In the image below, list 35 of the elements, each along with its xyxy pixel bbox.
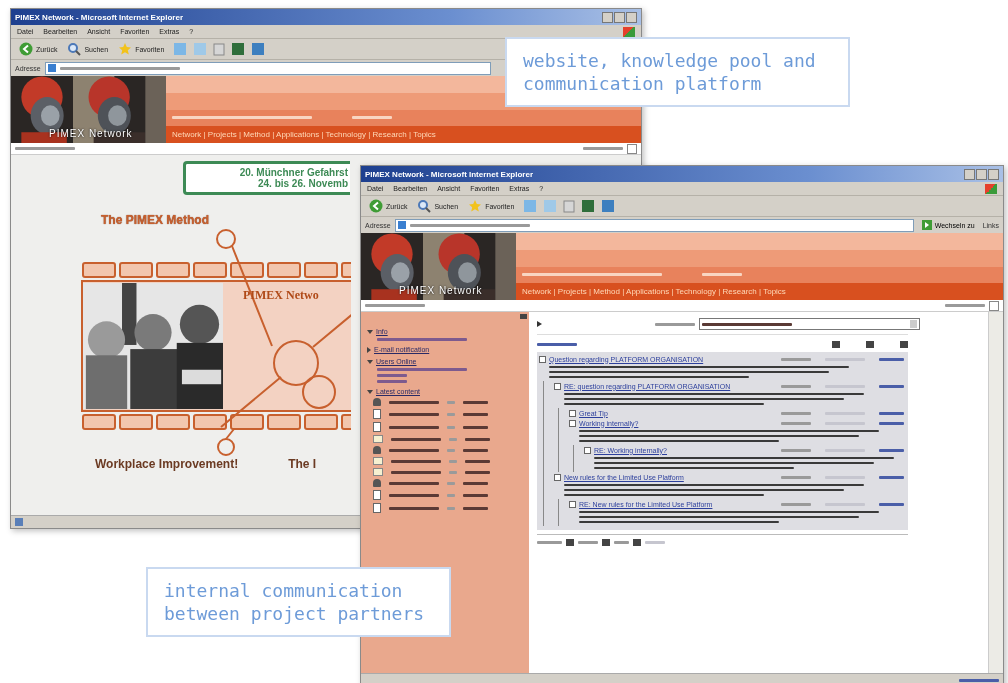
expand-icon[interactable] xyxy=(539,355,546,363)
expand-icon[interactable] xyxy=(554,382,561,390)
diagram-title: The PIMEX Method xyxy=(101,213,209,227)
search-icon xyxy=(417,199,432,213)
site-logo[interactable]: PIMEX Network xyxy=(399,285,483,296)
expand-icon[interactable] xyxy=(554,473,561,481)
expand-icon[interactable] xyxy=(584,446,591,454)
diagram-caption: The I xyxy=(288,457,317,471)
windows-logo-icon xyxy=(623,26,635,37)
back-icon xyxy=(19,42,33,56)
dropdown-field[interactable] xyxy=(699,318,920,330)
windows-logo-icon xyxy=(985,183,997,194)
address-field[interactable] xyxy=(394,218,914,232)
site-logo[interactable]: PIMEX Network xyxy=(49,128,133,139)
window-controls-icon[interactable] xyxy=(964,168,999,180)
address-field[interactable] xyxy=(44,61,491,75)
window-title: PIMEX Network - Microsoft Internet Explorer xyxy=(365,169,534,179)
caption: internal communication between project partners xyxy=(164,580,425,624)
scrollbar[interactable] xyxy=(988,312,1003,673)
star-icon xyxy=(468,199,483,213)
person-icon xyxy=(373,479,381,487)
window-title: PIMEX Network - Microsoft Internet Explorer xyxy=(15,12,184,22)
go-icon xyxy=(921,220,932,230)
diagram-caption: Workplace Improvement! xyxy=(95,457,239,471)
person-icon xyxy=(373,398,381,406)
person-icon xyxy=(373,446,381,454)
folder-icon xyxy=(373,435,383,443)
back-icon xyxy=(369,199,383,213)
star-icon xyxy=(118,42,133,56)
event-banner[interactable]: 20. Münchner Gefahrst 24. bis 26. Novemb xyxy=(183,161,350,195)
search-icon xyxy=(67,42,82,56)
expand-icon[interactable] xyxy=(569,500,576,508)
arrow-icon[interactable] xyxy=(537,321,542,327)
caption: website, knowledge pool and communication platform xyxy=(523,50,816,94)
window-controls-icon[interactable] xyxy=(602,11,637,23)
